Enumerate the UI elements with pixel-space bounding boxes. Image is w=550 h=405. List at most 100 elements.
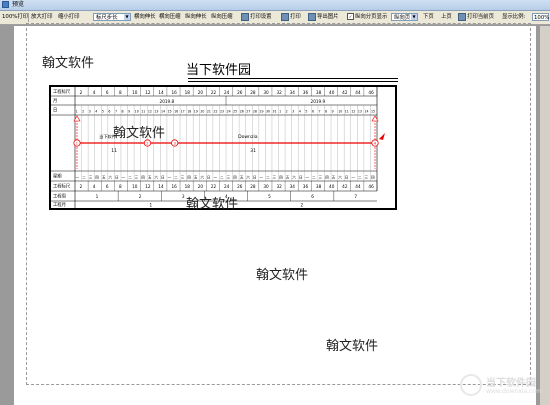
scale-tick-label: 44 <box>355 184 361 189</box>
ruler-step-select[interactable]: 标尺步长 ▼ <box>93 13 131 21</box>
scale-tick-label: 4 <box>93 90 96 95</box>
weekday-label: 三 <box>181 176 185 180</box>
weekday-label: 三 <box>364 176 368 180</box>
day-number: 27 <box>246 110 250 114</box>
display-ratio-select[interactable]: 100% <box>532 13 549 21</box>
direction-select[interactable]: 纵向页 ▼ <box>391 13 418 21</box>
scale-tick-label: 38 <box>316 90 322 95</box>
weekday-label: 一 <box>168 176 172 180</box>
scale-tick-label: 28 <box>250 184 256 189</box>
scale-tick-label: 24 <box>224 184 230 189</box>
day-number: 3 <box>292 110 294 114</box>
scale-tick-label: 24 <box>224 90 230 95</box>
day-number: 13 <box>358 110 362 114</box>
day-number: 9 <box>332 110 334 114</box>
schedule-grid: 工程标尺月日星期工程标尺工程周工程月2244668810101212141416… <box>51 87 385 208</box>
day-number: 29 <box>259 110 263 114</box>
row-label: 星期 <box>53 174 62 180</box>
weekday-label: 一 <box>76 176 80 180</box>
watermark-text: 翰文软件 <box>256 268 309 283</box>
month-number: 2 <box>301 203 304 208</box>
scale-tick-label: 26 <box>237 184 243 189</box>
watermark-text: 翰文软件 <box>326 339 379 354</box>
day-number: 7 <box>115 110 117 114</box>
scale-tick-label: 12 <box>145 90 151 95</box>
day-number: 16 <box>174 110 178 114</box>
day-number: 10 <box>135 110 139 114</box>
weekday-label: 四 <box>187 176 191 180</box>
weekday-label: 三 <box>273 176 277 180</box>
month-number: 1 <box>150 203 153 208</box>
network-schedule-chart: 工程标尺月日星期 工程标尺 工程周 工程月 2 2 4 4 6 6 8 8 10 10 12 12 14 14 16… <box>49 85 397 210</box>
export-image-label: 导出图片 <box>317 14 339 20</box>
day-number: 9 <box>128 110 130 114</box>
month-label: 2019.8 <box>160 99 175 104</box>
logo-circle-icon <box>460 374 482 396</box>
printer-icon <box>281 12 289 21</box>
day-number: 15 <box>371 110 375 114</box>
day-number: 12 <box>148 110 152 114</box>
scale-tick-label: 38 <box>316 184 322 189</box>
weekday-label: 二 <box>128 176 132 180</box>
scale-tick-label: 42 <box>342 184 348 189</box>
scale-tick-label: 30 <box>263 90 269 95</box>
node-number: 3 <box>173 141 175 145</box>
weekday-label: 二 <box>220 176 224 180</box>
scale-tick-label: 2 <box>80 90 83 95</box>
scale-tick-label: 36 <box>303 184 309 189</box>
day-number: 8 <box>325 110 327 114</box>
day-number: 12 <box>351 110 355 114</box>
scale-tick-label: 18 <box>185 184 191 189</box>
scale-tick-label: 20 <box>198 90 204 95</box>
week-number: 2 <box>139 194 142 199</box>
image-icon <box>308 12 316 21</box>
day-number: 2 <box>82 110 84 114</box>
scale-tick-label: 42 <box>342 90 348 95</box>
weekday-label: 二 <box>358 176 362 180</box>
print-current-page-label: 打印当前页 <box>467 14 494 20</box>
weekday-label: 三 <box>227 176 231 180</box>
zoom100-print-button[interactable]: 100%打印 <box>2 11 28 24</box>
window-title: 预览 <box>12 1 25 8</box>
day-number: 24 <box>227 110 231 114</box>
weekday-label: 三 <box>135 176 139 180</box>
logo-text: 当下软件园 <box>486 378 536 389</box>
toolbar-separator <box>28 13 29 22</box>
watermark-text: 翰文软件 <box>42 56 95 71</box>
row-label: 工程月 <box>53 201 66 208</box>
weekday-label: 日 <box>345 176 349 180</box>
week-number: 6 <box>311 194 314 199</box>
logo-subtext: www.downxia.com <box>486 388 542 395</box>
row-label: 工程标尺 <box>53 88 71 95</box>
window-titlebar: 预览 <box>0 0 550 11</box>
flag-icon <box>379 133 385 140</box>
scale-tick-label: 32 <box>277 90 283 95</box>
row-label: 工程标尺 <box>53 183 71 190</box>
weekday-label: 五 <box>194 176 198 180</box>
day-number: 22 <box>213 110 217 114</box>
weekday-label: 四 <box>141 176 145 180</box>
scale-tick-label: 16 <box>171 90 177 95</box>
app-icon <box>2 1 9 8</box>
scale-tick-label: 36 <box>303 90 309 95</box>
scale-tick-label: 46 <box>368 90 374 95</box>
weekday-label: 五 <box>102 176 106 180</box>
page-title: 当下软件园 <box>186 63 252 78</box>
scale-tick-label: 14 <box>158 90 164 95</box>
scale-tick-label: 34 <box>290 90 296 95</box>
day-number: 6 <box>108 110 110 114</box>
print-label: 打印 <box>290 14 301 20</box>
weekday-label: 六 <box>292 175 296 180</box>
month-label: 2019.9 <box>311 99 326 104</box>
weekday-label: 三 <box>89 176 93 180</box>
task-duration: 31 <box>250 148 256 154</box>
vertical-scrollbar[interactable] <box>540 26 550 405</box>
day-number: 7 <box>319 110 321 114</box>
weekday-label: 四 <box>95 176 99 180</box>
day-number: 11 <box>141 110 145 114</box>
day-number: 28 <box>253 110 257 114</box>
weekday-label: 四 <box>233 176 237 180</box>
weekday-label: 二 <box>174 176 178 180</box>
direction-select-value: 纵向页 <box>394 15 411 21</box>
printer-icon <box>458 12 466 21</box>
